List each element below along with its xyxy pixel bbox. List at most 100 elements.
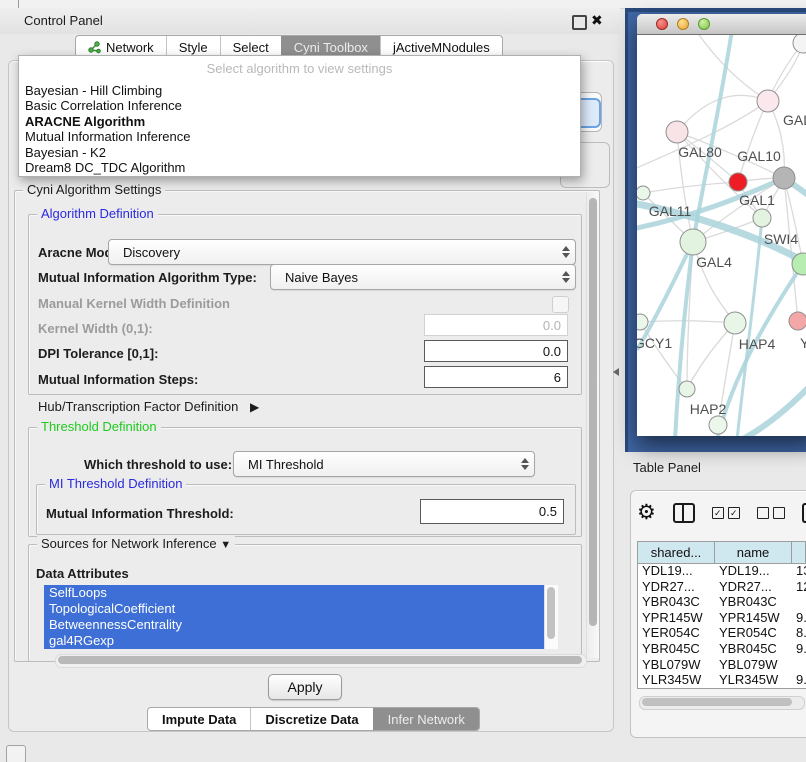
close-window-icon[interactable] [656, 18, 668, 30]
table-partial-icon[interactable] [802, 503, 806, 523]
select-checks-icon[interactable]: ✓✓ [712, 507, 740, 519]
manual-kernel-checkbox[interactable] [552, 296, 569, 313]
gear-icon[interactable]: ⚙ [637, 501, 656, 525]
table-body: YDL19...YDL19...13 YDR27...YDR27...12 YB… [638, 563, 806, 688]
table-row[interactable]: YBR043CYBR043C [638, 594, 806, 610]
combo-arrows-icon [557, 246, 575, 258]
network-node[interactable] [666, 121, 688, 143]
network-node[interactable] [757, 90, 779, 112]
table-horizontal-scrollbar[interactable] [639, 696, 805, 710]
aracne-mode-combo[interactable]: Discovery [108, 239, 576, 265]
table-row[interactable]: YDL19...YDL19...13 [638, 563, 806, 579]
float-panel-icon[interactable] [572, 15, 587, 30]
node-label: GAL10 [737, 148, 781, 164]
tab-impute-data[interactable]: Impute Data [148, 708, 250, 730]
which-threshold-combo[interactable]: MI Threshold [233, 451, 535, 477]
dropdown-item-selected[interactable]: ARACNE Algorithm [25, 114, 574, 129]
aracne-mode-value: Discovery [109, 245, 557, 260]
node-label: Y [800, 335, 806, 351]
network-node[interactable] [773, 167, 795, 189]
scrollbar-thumb[interactable] [642, 698, 792, 706]
table-row[interactable]: YER054CYER054C8. [638, 625, 806, 641]
network-canvas[interactable]: GAL GAL80 GAL10 GAL11 GAL1 GAL4 SWI4 GCY… [637, 35, 806, 436]
scrollbar-thumb[interactable] [589, 198, 597, 626]
zoom-window-icon[interactable] [698, 18, 710, 30]
dropdown-item[interactable]: Basic Correlation Inference [25, 98, 574, 113]
network-node[interactable] [680, 229, 706, 255]
list-item[interactable]: SelfLoops [44, 585, 545, 601]
split-columns-icon[interactable] [673, 503, 695, 523]
list-item[interactable]: TopologicalCoefficient [44, 601, 545, 617]
kernel-width-field[interactable]: 0.0 [424, 314, 568, 336]
dropdown-item[interactable]: Bayesian - Hill Climbing [25, 83, 574, 98]
threshold-definition-title: Threshold Definition [37, 419, 161, 434]
panel-collapse-arrow[interactable] [613, 368, 619, 376]
hub-definition-label: Hub/Transcription Factor Definition [38, 399, 238, 414]
dpi-tolerance-field[interactable]: 0.0 [424, 340, 568, 362]
settings-vertical-scrollbar[interactable] [586, 192, 599, 658]
list-vertical-scrollbar[interactable] [544, 585, 558, 649]
network-node[interactable] [637, 186, 650, 200]
tab-style-label: Style [179, 40, 208, 55]
application-root: Control Panel ✖ Network Style Select Cyn… [0, 0, 806, 762]
network-window[interactable]: GAL GAL80 GAL10 GAL11 GAL1 GAL4 SWI4 GCY… [637, 14, 806, 436]
network-node[interactable] [679, 381, 695, 397]
hub-definition-toggle[interactable]: Hub/Transcription Factor Definition ▶ [38, 399, 259, 414]
column-header[interactable]: name [715, 542, 792, 563]
mi-steps-field[interactable]: 6 [424, 366, 568, 388]
column-header[interactable] [792, 542, 806, 563]
cyni-bottom-tabbar: Impute Data Discretize Data Infer Networ… [147, 707, 480, 731]
dpi-tolerance-label: DPI Tolerance [0,1]: [38, 346, 158, 361]
node-label: HAP4 [739, 336, 776, 352]
settings-horizontal-scrollbar[interactable] [55, 654, 587, 668]
sources-group-title[interactable]: Sources for Network Inference ▼ [37, 536, 235, 551]
node-label: GAL [783, 112, 806, 128]
list-item[interactable]: gal4RGexp [44, 633, 545, 649]
data-attributes-list[interactable]: SelfLoops TopologicalCoefficient Between… [44, 585, 558, 649]
table-toolbar: ⚙ ✓✓ [637, 499, 806, 527]
network-icon [88, 41, 101, 54]
dropdown-placeholder: Select algorithm to view settings [19, 56, 580, 76]
mi-type-combo[interactable]: Naive Bayes [270, 264, 576, 290]
node-label: SWI4 [764, 231, 798, 247]
kernel-width-label: Kernel Width (0,1): [38, 321, 153, 336]
node-label: GAL80 [678, 144, 722, 160]
algorithm-dropdown-popup: Select algorithm to view settings Bayesi… [18, 55, 581, 177]
table-row[interactable]: YDR27...YDR27...12 [638, 579, 806, 595]
node-label: GAL11 [649, 203, 692, 219]
column-header[interactable]: shared... [638, 542, 715, 563]
network-graph: GAL GAL80 GAL10 GAL11 GAL1 GAL4 SWI4 GCY… [637, 35, 806, 436]
dropdown-item[interactable]: Dream8 DC_TDC Algorithm [25, 160, 574, 175]
scrollbar-thumb[interactable] [547, 587, 555, 639]
network-node[interactable] [729, 173, 747, 191]
top-strip-divider [18, 0, 19, 8]
network-window-titlebar[interactable] [637, 14, 806, 35]
network-node[interactable] [637, 314, 648, 330]
table-row[interactable]: YBR045CYBR045C9. [638, 641, 806, 657]
bottom-left-button[interactable] [6, 745, 26, 762]
node-label: GAL1 [739, 192, 775, 208]
control-panel-title: Control Panel [24, 8, 103, 34]
tab-network-label: Network [106, 40, 154, 55]
node-label: HAP2 [690, 401, 727, 417]
list-item[interactable]: BetweennessCentrality [44, 617, 545, 633]
manual-kernel-label: Manual Kernel Width Definition [38, 296, 230, 311]
minimize-window-icon[interactable] [677, 18, 689, 30]
dropdown-item[interactable]: Bayesian - K2 [25, 145, 574, 160]
network-node[interactable] [709, 416, 727, 434]
network-node[interactable] [789, 312, 806, 330]
tab-discretize-data[interactable]: Discretize Data [250, 708, 372, 730]
dropdown-item[interactable]: Mutual Information Inference [25, 129, 574, 144]
table-row[interactable]: YBL079WYBL079W [638, 657, 806, 673]
network-node[interactable] [793, 35, 806, 53]
tab-infer-network[interactable]: Infer Network [373, 708, 479, 730]
network-node[interactable] [753, 209, 771, 227]
network-node[interactable] [724, 312, 746, 334]
mi-threshold-field[interactable]: 0.5 [420, 499, 564, 524]
deselect-boxes-icon[interactable] [757, 507, 785, 519]
close-panel-icon[interactable]: ✖ [591, 11, 603, 29]
scrollbar-thumb[interactable] [58, 656, 582, 664]
table-row[interactable]: YPR145WYPR145W9. [638, 610, 806, 626]
table-row[interactable]: YLR345WYLR345W9. [638, 672, 806, 688]
apply-button[interactable]: Apply [268, 674, 342, 700]
